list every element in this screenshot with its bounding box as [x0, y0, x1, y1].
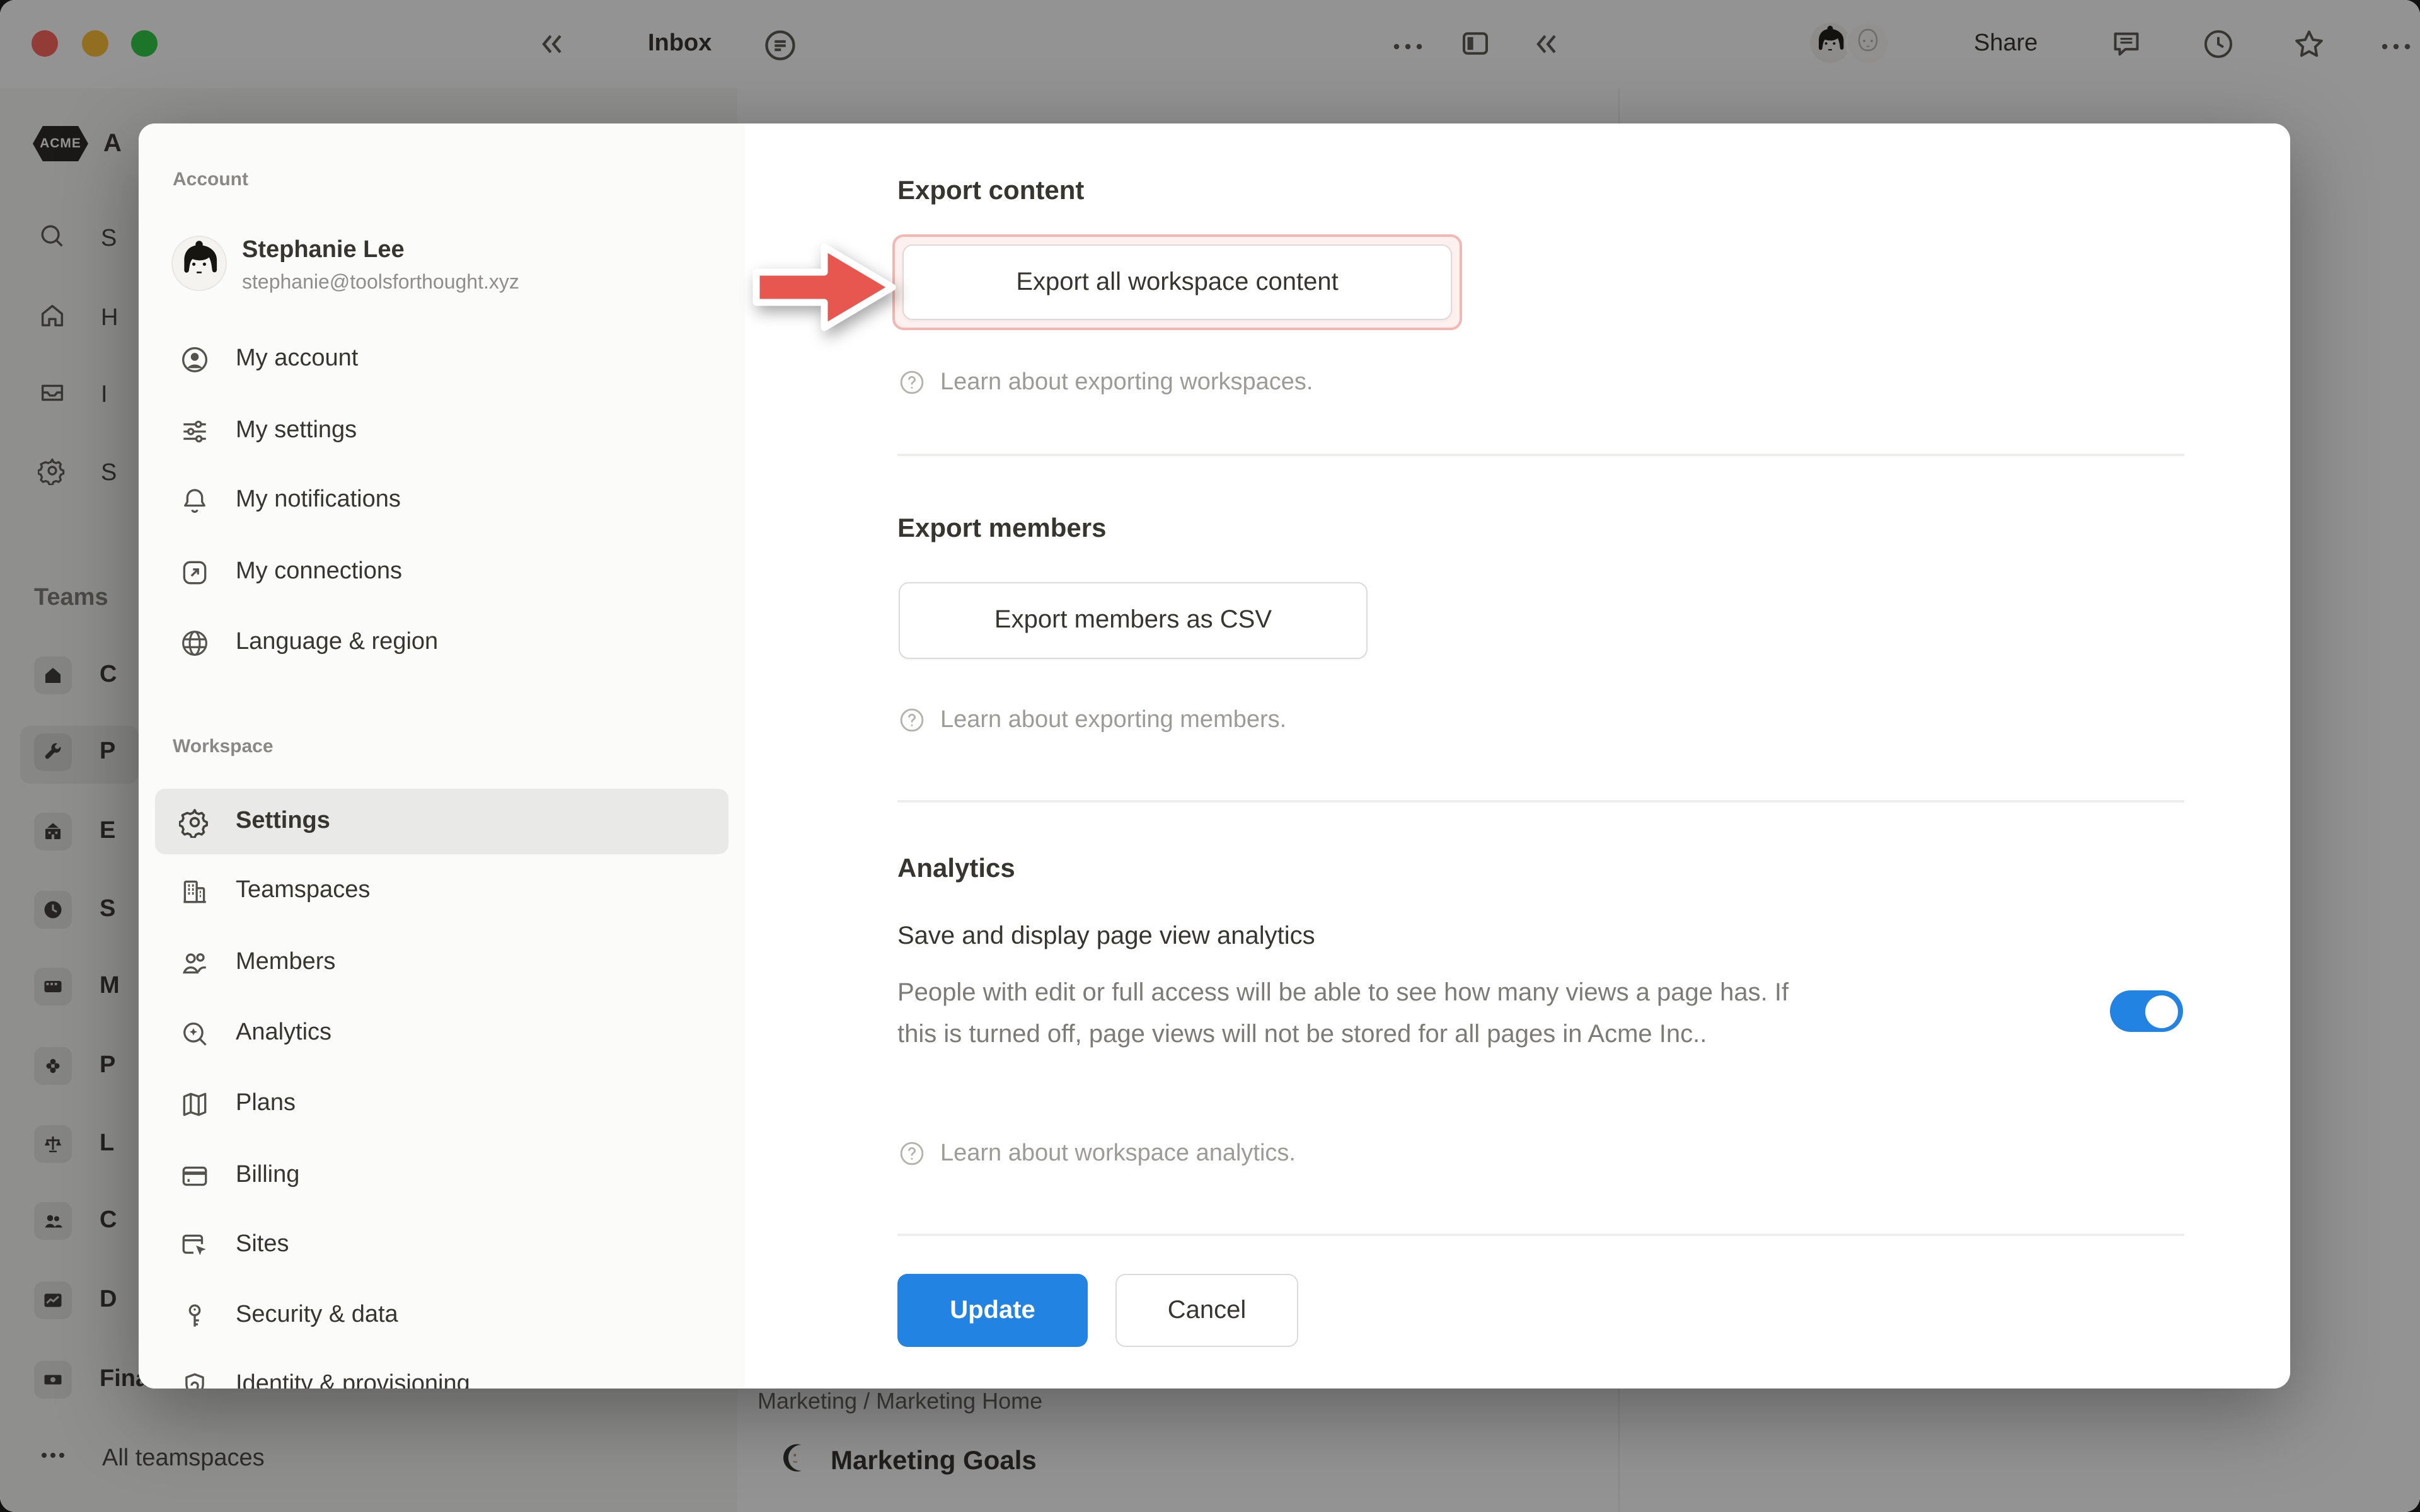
- sidebar-item-my-connections[interactable]: My connections: [155, 538, 729, 606]
- update-button[interactable]: Update: [897, 1274, 1088, 1347]
- sidebar-item-label: Settings: [236, 808, 330, 835]
- export-content-heading: Export content: [897, 176, 1084, 207]
- sidebar-item-label: My connections: [236, 558, 402, 586]
- footer-divider: [897, 1234, 2184, 1235]
- sidebar-item-teamspaces[interactable]: Teamspaces: [155, 857, 729, 925]
- account-profile[interactable]: Stephanie Lee stephanie@toolsforthought.…: [173, 237, 519, 295]
- sidebar-item-label: Security & data: [236, 1302, 398, 1329]
- sidebar-item-plans[interactable]: Plans: [155, 1070, 729, 1138]
- learn-link-label: Learn about exporting workspaces.: [940, 369, 1313, 396]
- settings-content: Export content Export all workspace cont…: [745, 123, 2290, 1389]
- workspace-section-header: Workspace: [173, 736, 274, 757]
- sidebar-item-label: Plans: [236, 1090, 296, 1118]
- question-circle-icon: [897, 706, 926, 735]
- export-members-heading: Export members: [897, 514, 1106, 544]
- sidebar-item-settings[interactable]: Settings: [155, 789, 729, 854]
- sidebar-item-language-region[interactable]: Language & region: [155, 609, 729, 677]
- sidebar-item-billing[interactable]: Billing: [155, 1142, 729, 1210]
- learn-workspace-analytics-link[interactable]: Learn about workspace analytics.: [897, 1139, 1296, 1168]
- learn-exporting-workspaces-link[interactable]: Learn about exporting workspaces.: [897, 368, 1313, 397]
- building-icon: [178, 875, 210, 907]
- sidebar-item-label: Members: [236, 949, 335, 976]
- sidebar-item-label: My notifications: [236, 486, 401, 514]
- credit-card-icon: [178, 1160, 210, 1191]
- sidebar-item-sites[interactable]: Sites: [155, 1211, 729, 1279]
- analytics-description: People with edit or full access will be …: [897, 973, 1810, 1056]
- sidebar-item-label: My settings: [236, 417, 357, 445]
- profile-email: stephanie@toolsforthought.xyz: [242, 272, 519, 295]
- avatar: [173, 237, 226, 290]
- learn-exporting-members-link[interactable]: Learn about exporting members.: [897, 706, 1286, 735]
- cancel-button[interactable]: Cancel: [1115, 1274, 1298, 1347]
- sidebar-item-label: Identity & provisioning: [236, 1371, 470, 1389]
- sidebar-item-analytics[interactable]: Analytics: [155, 999, 729, 1067]
- profile-name: Stephanie Lee: [242, 237, 519, 265]
- analytics-heading: Analytics: [897, 854, 1015, 885]
- page-view-analytics-title: Save and display page view analytics: [897, 922, 1315, 951]
- sidebar-item-label: Analytics: [236, 1019, 331, 1047]
- magnifier-sparkle-icon: [178, 1017, 210, 1049]
- sidebar-item-my-settings[interactable]: My settings: [155, 397, 729, 465]
- sidebar-item-my-account[interactable]: My account: [155, 325, 729, 393]
- learn-link-label: Learn about workspace analytics.: [940, 1140, 1296, 1167]
- sidebar-item-label: My account: [236, 345, 358, 373]
- sidebar-item-label: Sites: [236, 1231, 289, 1259]
- learn-link-label: Learn about exporting members.: [940, 706, 1286, 734]
- export-members-csv-button[interactable]: Export members as CSV: [899, 582, 1368, 659]
- settings-sidebar: Account Stephanie Lee stephanie@toolsfor…: [139, 123, 745, 1389]
- key-icon: [178, 1300, 210, 1331]
- analytics-toggle[interactable]: [2110, 990, 2183, 1032]
- map-icon: [178, 1088, 210, 1120]
- sidebar-item-security-data[interactable]: Security & data: [155, 1281, 729, 1349]
- section-divider: [897, 800, 2184, 802]
- sidebar-item-identity-provisioning[interactable]: Identity & provisioning: [155, 1351, 729, 1389]
- gear-icon: [178, 806, 210, 837]
- sidebar-item-my-notifications[interactable]: My notifications: [155, 466, 729, 534]
- sidebar-item-label: Billing: [236, 1162, 299, 1189]
- members-icon: [178, 947, 210, 978]
- section-divider: [897, 454, 2184, 455]
- screenshot-stage: ACME A S H I S Teams: [0, 0, 2420, 1512]
- bell-icon: [178, 484, 210, 516]
- person-circle-icon: [178, 343, 210, 375]
- sidebar-item-label: Teamspaces: [236, 877, 370, 905]
- question-circle-icon: [897, 368, 926, 397]
- arrow-up-right-icon: [178, 556, 210, 588]
- globe-icon: [178, 627, 210, 658]
- sidebar-item-members[interactable]: Members: [155, 929, 729, 997]
- export-highlight-box: Export all workspace content: [892, 234, 1462, 330]
- export-all-workspace-content-button[interactable]: Export all workspace content: [902, 244, 1452, 320]
- sidebar-item-label: Language & region: [236, 629, 438, 656]
- annotation-arrow-icon: [749, 234, 902, 340]
- settings-modal: Account Stephanie Lee stephanie@toolsfor…: [139, 123, 2290, 1389]
- question-circle-icon: [897, 1139, 926, 1168]
- app-window: ACME A S H I S Teams: [0, 0, 2420, 1512]
- shield-icon: [178, 1369, 210, 1389]
- sliders-icon: [178, 415, 210, 447]
- browser-cursor-icon: [178, 1229, 210, 1261]
- account-section-header: Account: [173, 169, 248, 190]
- toggle-knob: [2145, 995, 2178, 1028]
